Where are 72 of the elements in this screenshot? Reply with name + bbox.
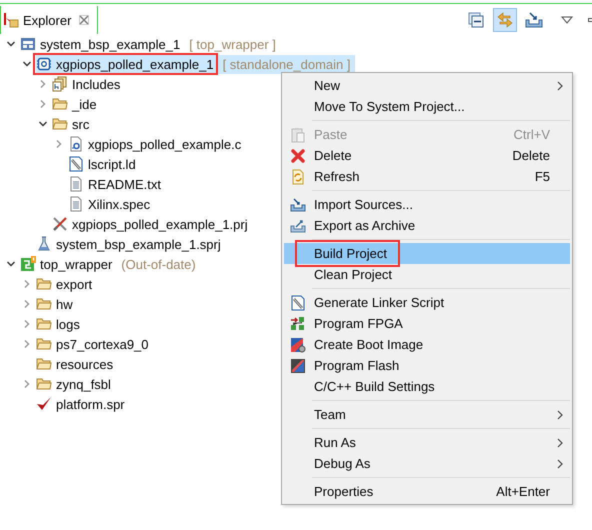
tree-item[interactable]: hw [36, 294, 77, 314]
folder-icon [36, 356, 52, 372]
folder-icon [52, 96, 68, 112]
checkmark-icon [36, 396, 52, 412]
tree-item[interactable]: xgpiops_polled_example.c [68, 134, 246, 154]
delete-icon [290, 148, 306, 164]
expand-chevron-icon[interactable] [6, 39, 16, 49]
tree-item[interactable]: Includes [52, 74, 124, 94]
menu-item[interactable]: Delete Delete [284, 145, 570, 166]
folder-icon [36, 276, 52, 292]
folder-icon [36, 376, 52, 392]
clipboard-icon [290, 126, 306, 142]
folder-icon [36, 316, 52, 332]
library-icon [52, 76, 68, 92]
import-icon [290, 196, 306, 212]
tree-item[interactable]: top_wrapper (Out-of-date) [20, 254, 200, 274]
flask-icon [36, 236, 52, 252]
refresh-icon [290, 168, 306, 184]
chip-icon [36, 56, 52, 72]
platform-icon [20, 256, 36, 272]
expand-chevron-icon[interactable] [22, 59, 32, 69]
tree-item[interactable]: export [36, 274, 96, 294]
menu-item[interactable]: Program Flash [284, 355, 570, 376]
linker-file-icon [290, 294, 306, 310]
menu-item[interactable]: Properties Alt+Enter [284, 481, 570, 502]
tree-item[interactable]: system_bsp_example_1 [ top_wrapper ] [20, 34, 280, 54]
linker-file-icon [68, 156, 84, 172]
menu-item[interactable]: Import Sources... [284, 194, 570, 215]
folder-icon [36, 296, 52, 312]
tree-item[interactable]: resources [36, 354, 118, 374]
flash-icon [290, 358, 306, 374]
tree-item[interactable]: platform.spr [36, 394, 129, 414]
fpga-icon [290, 316, 306, 332]
menu-item[interactable]: New [284, 75, 570, 96]
source-file-icon [68, 136, 84, 152]
menu-item[interactable]: Program FPGA [284, 313, 570, 334]
menu-item[interactable]: Export as Archive [284, 215, 570, 236]
tree-item[interactable]: ps7_cortexa9_0 [36, 334, 153, 354]
tree-item[interactable]: src [52, 114, 94, 134]
menu-item[interactable]: Move To System Project... [284, 96, 570, 117]
tree-item[interactable]: xgpiops_polled_example_1 [ standalone_domain ] [36, 54, 354, 74]
tools-icon [52, 216, 68, 232]
tree-item[interactable]: lscript.ld [68, 154, 140, 174]
folder-icon [52, 116, 68, 132]
export-icon [290, 218, 306, 234]
boot-image-icon [290, 336, 306, 352]
menu-item[interactable]: Run As [284, 432, 570, 453]
menu-item[interactable]: Build Project [284, 243, 570, 264]
menu-item[interactable]: Debug As [284, 453, 570, 474]
tree-item[interactable]: zynq_fsbl [36, 374, 115, 394]
menu-item[interactable]: C/C++ Build Settings [284, 376, 570, 397]
menu-item[interactable]: Refresh F5 [284, 166, 570, 187]
menu-item[interactable]: Team [284, 404, 570, 425]
explorer-tab[interactable]: Explorer [0, 6, 98, 34]
expand-chevron-icon[interactable] [6, 259, 16, 269]
tree-item[interactable]: README.txt [68, 174, 165, 194]
menu-item[interactable]: Generate Linker Script [284, 292, 570, 313]
menu-item[interactable]: Create Boot Image [284, 334, 570, 355]
tree-item[interactable]: logs [36, 314, 84, 334]
window-icon [20, 36, 36, 52]
close-icon[interactable] [79, 15, 90, 25]
link-arrows-icon[interactable] [493, 8, 517, 32]
tree-item[interactable]: xgpiops_polled_example_1.prj [52, 214, 252, 234]
text-file-icon [68, 176, 84, 192]
tree-item[interactable]: _ide [52, 94, 101, 114]
tree-item[interactable]: Xilinx.spec [68, 194, 154, 214]
menu-item[interactable]: Clean Project [284, 264, 570, 285]
explorer-icon [3, 12, 19, 28]
tree-item[interactable]: system_bsp_example_1.sprj [36, 234, 225, 254]
expand-chevron-icon[interactable] [38, 119, 48, 129]
folder-icon [36, 336, 52, 352]
text-file-icon [68, 196, 84, 212]
